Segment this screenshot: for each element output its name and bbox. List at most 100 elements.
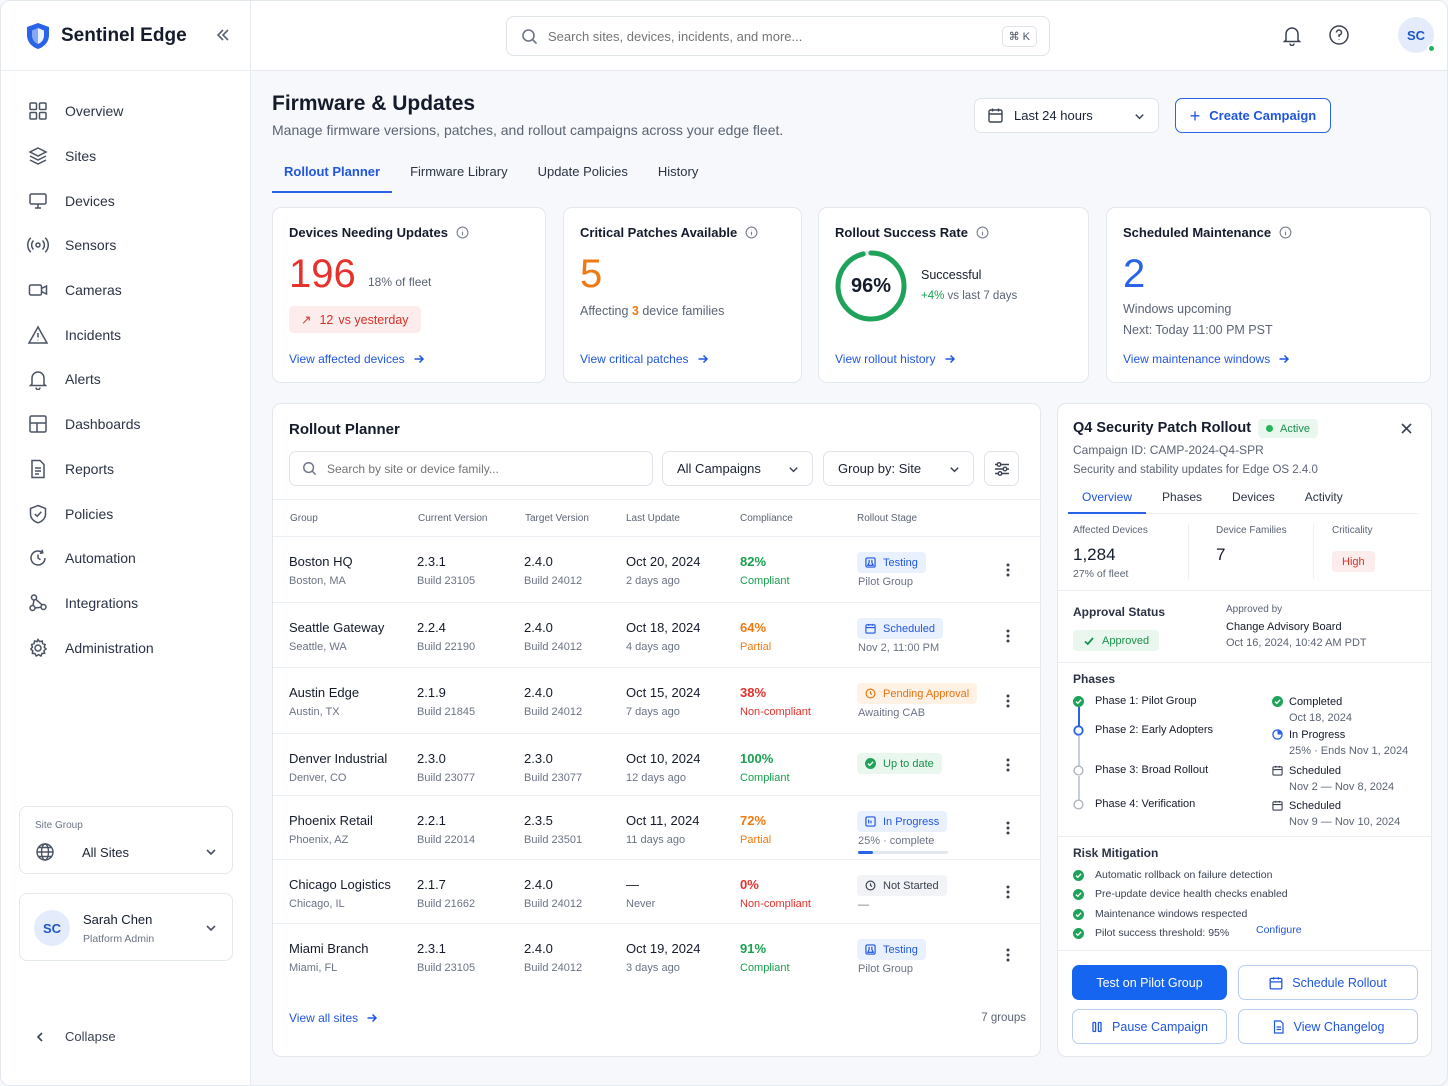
risk-item: Pre-update device health checks enabled bbox=[1095, 888, 1288, 900]
phase-name[interactable]: Phase 1: Pilot Group bbox=[1095, 695, 1197, 707]
collapse-button[interactable]: Collapse bbox=[33, 1029, 116, 1044]
more-options-icon[interactable] bbox=[1006, 628, 1010, 644]
more-options-icon[interactable] bbox=[1006, 947, 1010, 963]
compliance-status: Non-compliant bbox=[740, 706, 811, 718]
tab-firmware-library[interactable]: Firmware Library bbox=[398, 158, 520, 193]
table-row[interactable]: Austin Edge Austin, TX 2.1.9 Build 21845 2.4… bbox=[273, 668, 1041, 734]
sidebar-item-policies[interactable]: Policies bbox=[17, 491, 235, 536]
automation-icon bbox=[27, 547, 49, 569]
last-update-date: — bbox=[626, 877, 639, 892]
schedule-rollout-button[interactable]: Schedule Rollout bbox=[1238, 965, 1418, 1000]
info-icon[interactable] bbox=[976, 226, 989, 239]
table-row[interactable]: Seattle Gateway Seattle, WA 2.2.4 Build 221… bbox=[273, 603, 1041, 668]
tab-phases[interactable]: Phases bbox=[1148, 485, 1216, 514]
sidebar-item-dashboards[interactable]: Dashboards bbox=[17, 402, 235, 447]
tab-update-policies[interactable]: Update Policies bbox=[526, 158, 640, 193]
view-changelog-button[interactable]: View Changelog bbox=[1238, 1009, 1418, 1044]
table-row[interactable]: Phoenix Retail Phoenix, AZ 2.2.1 Build 2201… bbox=[273, 796, 1041, 860]
info-icon[interactable] bbox=[456, 226, 469, 239]
notifications-bell-icon[interactable] bbox=[1281, 24, 1303, 46]
info-icon[interactable] bbox=[745, 226, 758, 239]
last-update-date: Oct 15, 2024 bbox=[626, 685, 701, 700]
view-affected-devices-link[interactable]: View affected devices bbox=[289, 352, 425, 366]
tab-activity[interactable]: Activity bbox=[1291, 485, 1357, 514]
view-critical-patches-link[interactable]: View critical patches bbox=[580, 352, 709, 366]
search-input[interactable] bbox=[548, 28, 978, 44]
more-options-icon[interactable] bbox=[1006, 562, 1010, 578]
rollout-stage-text: Scheduled bbox=[883, 622, 935, 635]
sidebar-item-devices[interactable]: Devices bbox=[17, 178, 235, 223]
sidebar-item-automation[interactable]: Automation bbox=[17, 536, 235, 581]
tab-rollout-planner[interactable]: Rollout Planner bbox=[272, 158, 393, 193]
sidebar-item-label: Dashboards bbox=[65, 416, 141, 433]
help-icon[interactable] bbox=[1328, 24, 1350, 46]
trend-up-icon: ↗ bbox=[301, 313, 312, 327]
risk-item: Maintenance windows respected bbox=[1095, 908, 1248, 920]
close-icon[interactable] bbox=[1400, 422, 1413, 435]
column-header[interactable]: Last Update bbox=[626, 513, 680, 524]
table-row[interactable]: Chicago Logistics Chicago, IL 2.1.7 Build 2… bbox=[273, 860, 1041, 924]
view-maintenance-windows-link[interactable]: View maintenance windows bbox=[1123, 352, 1290, 366]
user-menu[interactable]: SC Sarah Chen Platform Admin bbox=[19, 893, 233, 961]
rollout-stage-badge: Scheduled bbox=[857, 618, 943, 639]
configure-link[interactable]: Configure bbox=[1256, 924, 1302, 936]
sidebar-item-overview[interactable]: Overview bbox=[17, 89, 235, 134]
more-options-icon[interactable] bbox=[1006, 884, 1010, 900]
kpi-affecting-text: Affecting 3 device families bbox=[580, 304, 724, 318]
view-rollout-history-link[interactable]: View rollout history bbox=[835, 352, 956, 366]
site-name: Miami Branch bbox=[289, 941, 369, 956]
sidebar-item-administration[interactable]: Administration bbox=[17, 625, 235, 670]
table-row[interactable]: Miami Branch Miami, FL 2.3.1 Build 23105 2.4… bbox=[273, 924, 1041, 986]
filter-settings-button[interactable] bbox=[984, 451, 1019, 486]
more-options-icon[interactable] bbox=[1006, 693, 1010, 709]
phase-name[interactable]: Phase 2: Early Adopters bbox=[1095, 724, 1213, 736]
current-version: 2.1.7 bbox=[417, 877, 446, 892]
table-row[interactable]: Boston HQ Boston, MA 2.3.1 Build 23105 2.4.0… bbox=[273, 537, 1041, 603]
sidebar-item-alerts[interactable]: Alerts bbox=[17, 357, 235, 402]
info-icon[interactable] bbox=[1279, 226, 1292, 239]
campaign-filter-select[interactable]: All Campaigns bbox=[662, 451, 813, 486]
alerts-icon bbox=[27, 368, 49, 391]
sidebar-item-sensors[interactable]: Sensors bbox=[17, 223, 235, 268]
sidebar-item-integrations[interactable]: Integrations bbox=[17, 581, 235, 626]
kpi-value: 2 bbox=[1123, 252, 1146, 296]
compliance-percent: 0% bbox=[740, 877, 759, 892]
sidebar-item-sites[interactable]: Sites bbox=[17, 134, 235, 179]
rollout-stage-badge: In Progress bbox=[857, 811, 948, 832]
column-header[interactable]: Target Version bbox=[525, 513, 589, 524]
more-options-icon[interactable] bbox=[1006, 757, 1010, 773]
planner-search[interactable] bbox=[289, 451, 653, 486]
collapse-sidebar-icon[interactable] bbox=[215, 27, 231, 43]
search-icon bbox=[521, 28, 538, 45]
approved-by-value: Change Advisory Board bbox=[1226, 621, 1342, 633]
tab-devices[interactable]: Devices bbox=[1218, 485, 1289, 514]
column-header[interactable]: Compliance bbox=[740, 513, 793, 524]
maintenance-next: Next: Today 11:00 PM PST bbox=[1123, 323, 1273, 337]
sidebar-item-incidents[interactable]: Incidents bbox=[17, 312, 235, 357]
table-row[interactable]: Denver Industrial Denver, CO 2.3.0 Build 23… bbox=[273, 734, 1041, 796]
time-range-select[interactable]: Last 24 hours bbox=[974, 98, 1159, 133]
sidebar-item-reports[interactable]: Reports bbox=[17, 447, 235, 492]
group-by-select[interactable]: Group by: Site bbox=[823, 451, 974, 486]
chevron-down-icon bbox=[787, 463, 800, 476]
phases-title: Phases bbox=[1073, 672, 1116, 686]
tab-overview[interactable]: Overview bbox=[1068, 485, 1147, 514]
phase-name[interactable]: Phase 4: Verification bbox=[1095, 798, 1195, 810]
column-header[interactable]: Group bbox=[290, 513, 318, 524]
pause-campaign-button[interactable]: Pause Campaign bbox=[1072, 1009, 1227, 1044]
collapse-label: Collapse bbox=[65, 1029, 116, 1044]
site-location: Phoenix, AZ bbox=[289, 834, 349, 846]
test-on-pilot-group-button[interactable]: Test on Pilot Group bbox=[1072, 965, 1227, 1000]
site-group-select[interactable]: Site Group All Sites bbox=[19, 806, 233, 874]
view-all-sites-link[interactable]: View all sites bbox=[289, 1011, 378, 1025]
global-search[interactable]: ⌘ K bbox=[506, 16, 1050, 56]
column-header[interactable]: Current Version bbox=[418, 513, 487, 524]
phase-name[interactable]: Phase 3: Broad Rollout bbox=[1095, 764, 1208, 776]
sidebar-item-cameras[interactable]: Cameras bbox=[17, 268, 235, 313]
more-options-icon[interactable] bbox=[1006, 820, 1010, 836]
planner-search-input[interactable] bbox=[327, 461, 627, 476]
column-header[interactable]: Rollout Stage bbox=[857, 513, 917, 524]
tab-history[interactable]: History bbox=[646, 158, 710, 193]
document-icon bbox=[1272, 1019, 1285, 1034]
create-campaign-button[interactable]: + Create Campaign bbox=[1175, 98, 1331, 133]
